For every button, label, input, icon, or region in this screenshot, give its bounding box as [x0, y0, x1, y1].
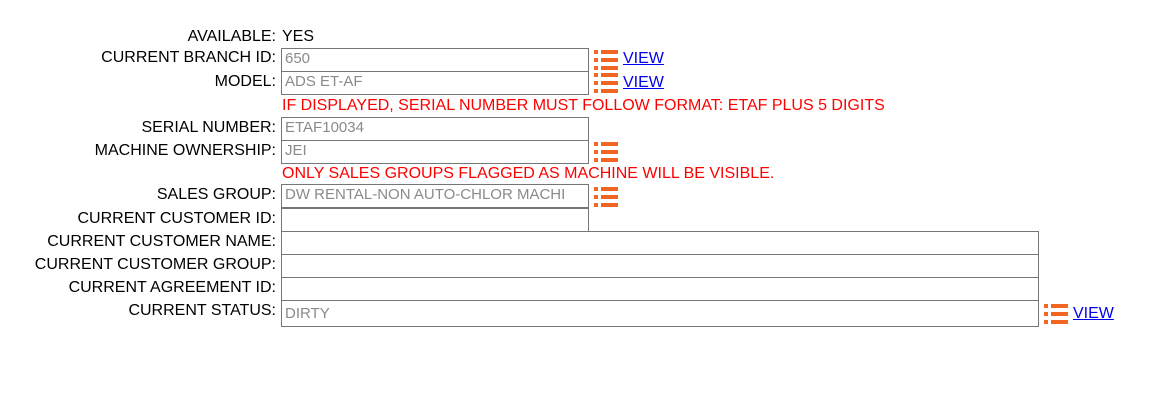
customer-group-field[interactable] — [281, 254, 1039, 278]
list-icon[interactable] — [593, 185, 619, 209]
available-label: AVAILABLE: — [187, 28, 276, 45]
machine-ownership-label: MACHINE OWNERSHIP: — [94, 142, 276, 159]
status-label: CURRENT STATUS: — [128, 302, 276, 319]
customer-group-label: CURRENT CUSTOMER GROUP: — [34, 256, 276, 273]
customer-id-field[interactable] — [281, 208, 589, 232]
customer-id-label: CURRENT CUSTOMER ID: — [77, 210, 276, 227]
branch-id-field[interactable]: 650 — [281, 48, 589, 72]
model-field[interactable]: ADS ET-AF — [281, 71, 589, 95]
serial-number-field[interactable]: ETAF10034 — [281, 117, 589, 141]
sales-group-field[interactable]: DW RENTAL-NON AUTO-CHLOR MACHI — [281, 184, 589, 208]
status-view-link[interactable]: VIEW — [1073, 304, 1114, 324]
model-label: MODEL: — [214, 73, 276, 90]
status-field[interactable]: DIRTY — [281, 300, 1039, 327]
list-icon[interactable] — [593, 71, 619, 95]
branch-id-label: CURRENT BRANCH ID: — [101, 49, 276, 66]
branch-view-link[interactable]: VIEW — [623, 49, 664, 69]
machine-ownership-field[interactable]: JEI — [281, 140, 589, 164]
agreement-id-label: CURRENT AGREEMENT ID: — [68, 279, 276, 296]
list-icon[interactable] — [593, 140, 619, 164]
sales-group-label: SALES GROUP: — [156, 186, 276, 203]
list-icon[interactable] — [1043, 302, 1069, 326]
customer-name-field[interactable] — [281, 231, 1039, 255]
serial-number-label: SERIAL NUMBER: — [141, 119, 276, 136]
model-view-link[interactable]: VIEW — [623, 73, 664, 93]
agreement-id-field[interactable] — [281, 277, 1039, 301]
sales-group-warning: ONLY SALES GROUPS FLAGGED AS MACHINE WIL… — [282, 165, 775, 182]
serial-format-warning: IF DISPLAYED, SERIAL NUMBER MUST FOLLOW … — [282, 97, 885, 114]
customer-name-label: CURRENT CUSTOMER NAME: — [47, 233, 276, 250]
list-icon[interactable] — [593, 48, 619, 72]
available-value: YES — [282, 28, 315, 45]
